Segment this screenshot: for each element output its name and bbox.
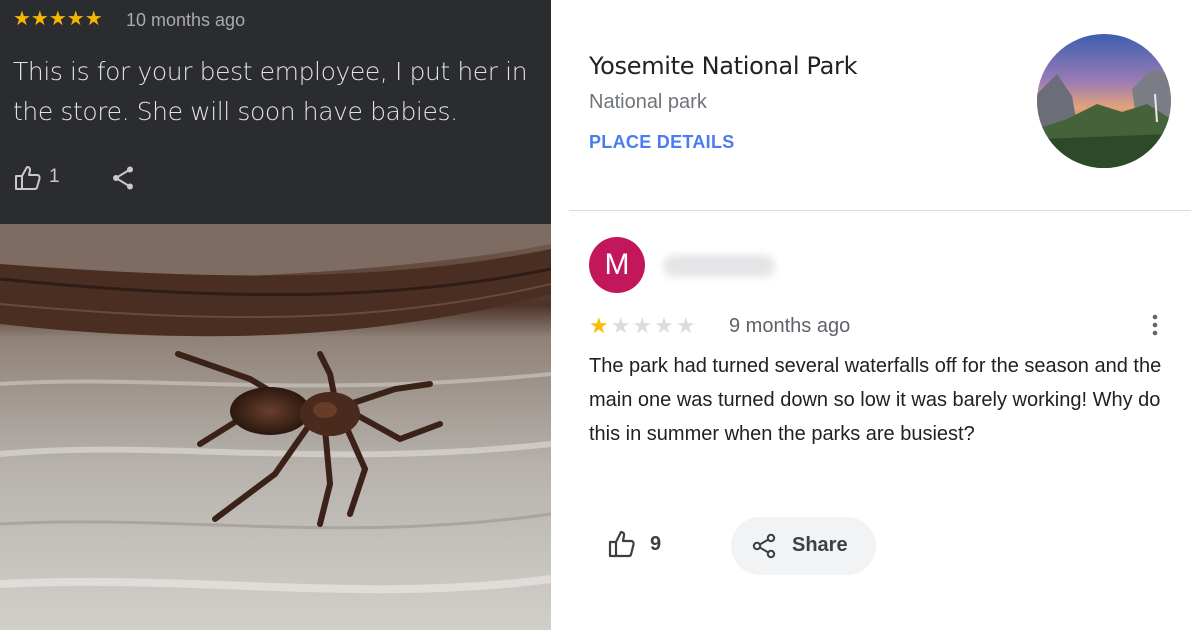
like-count: 9 xyxy=(650,533,662,555)
avatar[interactable]: M xyxy=(589,237,645,293)
place-name[interactable]: Yosemite National Park xyxy=(589,52,857,80)
star-rating: ★★★★★ xyxy=(589,313,698,339)
place-thumbnail[interactable] xyxy=(1037,34,1171,168)
share-icon xyxy=(752,533,776,559)
star-filled: ★ xyxy=(589,313,611,338)
right-review-panel: Yosemite National Park National park PLA… xyxy=(558,0,1200,630)
left-review-panel: ★★★★★ 10 months ago This is for your bes… xyxy=(0,0,551,630)
section-divider xyxy=(569,210,1191,211)
share-label: Share xyxy=(792,534,848,556)
star-empty: ★★★★ xyxy=(610,313,698,338)
panel-divider xyxy=(551,0,558,630)
review-text: The park had turned several waterfalls o… xyxy=(589,355,1162,445)
left-review-header: ★★★★★ 10 months ago This is for your bes… xyxy=(0,0,551,224)
more-vert-icon[interactable] xyxy=(1148,313,1162,337)
place-details-link[interactable]: PLACE DETAILS xyxy=(589,132,735,153)
spider-photo xyxy=(0,224,551,630)
star-rating: ★★★★★ xyxy=(13,8,103,30)
like-count: 1 xyxy=(49,166,60,187)
place-type: National park xyxy=(589,91,707,113)
reviewer-name-blurred[interactable] xyxy=(663,255,775,277)
review-text: This is for your best employee, I put he… xyxy=(13,57,528,126)
thumbs-up-icon[interactable] xyxy=(608,530,638,558)
thumbs-up-icon[interactable] xyxy=(14,165,44,191)
review-time: 10 months ago xyxy=(126,10,246,30)
review-time: 9 months ago xyxy=(729,315,851,337)
share-button[interactable]: Share xyxy=(731,517,876,575)
share-icon[interactable] xyxy=(111,165,135,191)
